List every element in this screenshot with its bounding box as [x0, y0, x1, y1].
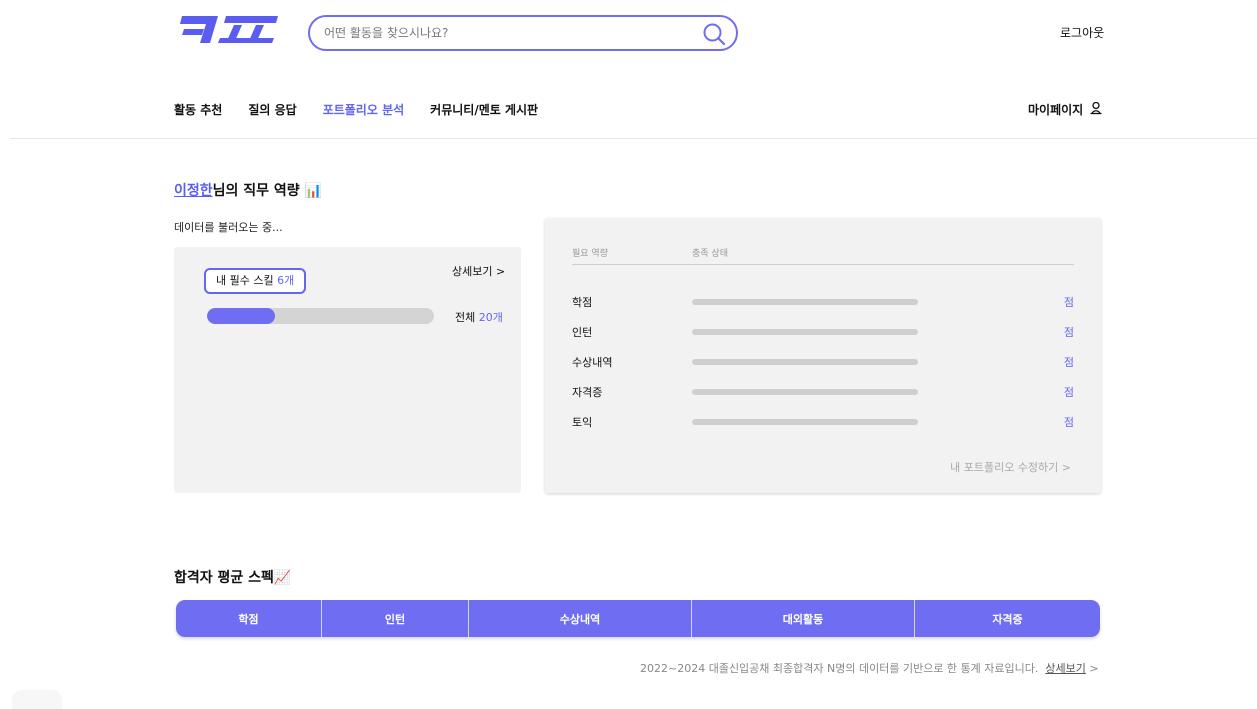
requirement-row: 인턴 점 — [572, 324, 1074, 340]
col-header-status: 충족 상태 — [692, 249, 728, 259]
logo-mark — [180, 16, 278, 43]
avg-col-awards[interactable]: 수상내역 — [469, 600, 692, 637]
nav-item-portfolio-analysis[interactable]: 포트폴리오 분석 — [323, 101, 404, 118]
user-icon — [1089, 101, 1103, 118]
competency-title-suffix: 님의 직무 역량 📊 — [212, 183, 322, 199]
requirement-score: 점 — [1063, 386, 1074, 399]
skill-count: 6개 — [277, 274, 295, 287]
loading-text: 데이터를 불러오는 중... — [174, 221, 283, 234]
search-icon[interactable] — [702, 22, 726, 50]
avg-col-intern[interactable]: 인턴 — [322, 600, 469, 637]
average-spec-title: 합격자 평균 스펙📈 — [174, 570, 292, 586]
logo[interactable] — [180, 12, 280, 46]
requirement-row: 학점 점 — [572, 294, 1074, 310]
logout-link[interactable]: 로그아웃 — [1060, 24, 1104, 41]
avg-col-gpa[interactable]: 학점 — [176, 600, 322, 637]
requirement-score: 점 — [1063, 296, 1074, 309]
requirement-label: 토익 — [572, 416, 593, 429]
requirement-bar — [692, 329, 918, 335]
skill-card: 내 필수 스킬 6개 상세보기 > 전체 20개 — [174, 247, 521, 493]
search-input[interactable] — [322, 25, 696, 41]
mypage-label: 마이페이지 — [1028, 103, 1084, 117]
header-divider-line — [572, 264, 1074, 265]
mypage-link[interactable]: 마이페이지 — [1028, 101, 1103, 118]
requirement-score: 점 — [1063, 356, 1074, 369]
requirement-score: 점 — [1063, 416, 1074, 429]
requirement-row: 자격증 점 — [572, 384, 1074, 400]
avg-col-certificates[interactable]: 자격증 — [915, 600, 1100, 637]
competency-title: 이정한님의 직무 역량 📊 — [174, 180, 322, 200]
nav-item-community[interactable]: 커뮤니티/멘토 게시판 — [430, 101, 538, 118]
footnote-text: 2022~2024 대졸신입공채 최종합격자 N명의 데이터를 기반으로 한 통… — [640, 662, 1039, 675]
skill-label: 내 필수 스킬 — [216, 274, 278, 287]
main-nav: 활동 추천 질의 응답 포트폴리오 분석 커뮤니티/멘토 게시판 — [174, 101, 538, 118]
floating-widget[interactable] — [12, 690, 62, 709]
requirement-row: 토익 점 — [572, 414, 1074, 430]
skill-progress-bar — [207, 308, 434, 324]
skill-detail-link[interactable]: 상세보기 > — [452, 263, 505, 279]
requirement-label: 자격증 — [572, 386, 603, 399]
edit-portfolio-link[interactable]: 내 포트폴리오 수정하기 > — [950, 459, 1071, 475]
total-count: 20개 — [478, 311, 503, 324]
requirement-bar — [692, 359, 918, 365]
requirement-label: 인턴 — [572, 326, 593, 339]
statistics-footnote: 2022~2024 대졸신입공채 최종합격자 N명의 데이터를 기반으로 한 통… — [640, 660, 1099, 676]
col-header-required: 필요 역량 — [572, 249, 608, 259]
requirement-score: 점 — [1063, 326, 1074, 339]
requirement-bar — [692, 419, 918, 425]
nav-item-qna[interactable]: 질의 응답 — [248, 101, 296, 118]
nav-item-activity-recommend[interactable]: 활동 추천 — [174, 101, 222, 118]
requirements-card: 필요 역량 충족 상태 학점 점 인턴 점 수상내역 점 자격증 점 토익 점 … — [545, 218, 1101, 493]
skill-progress-fill — [207, 308, 276, 324]
required-skill-badge[interactable]: 내 필수 스킬 6개 — [204, 268, 307, 294]
search-bar — [308, 15, 738, 51]
requirement-bar — [692, 389, 918, 395]
footnote-detail-link[interactable]: 상세보기 — [1045, 662, 1085, 675]
user-name-link[interactable]: 이정한 — [174, 183, 213, 199]
footnote-arrow: > — [1089, 662, 1099, 675]
average-spec-bar: 학점 인턴 수상내역 대외활동 자격증 — [176, 600, 1100, 637]
avg-col-activities[interactable]: 대외활동 — [692, 600, 915, 637]
skill-total: 전체 20개 — [455, 309, 503, 325]
requirement-row: 수상내역 점 — [572, 354, 1074, 370]
requirement-label: 수상내역 — [572, 356, 613, 369]
requirement-bar — [692, 299, 918, 305]
total-label: 전체 — [455, 311, 479, 324]
header-divider — [10, 138, 1257, 139]
requirement-label: 학점 — [572, 296, 593, 309]
